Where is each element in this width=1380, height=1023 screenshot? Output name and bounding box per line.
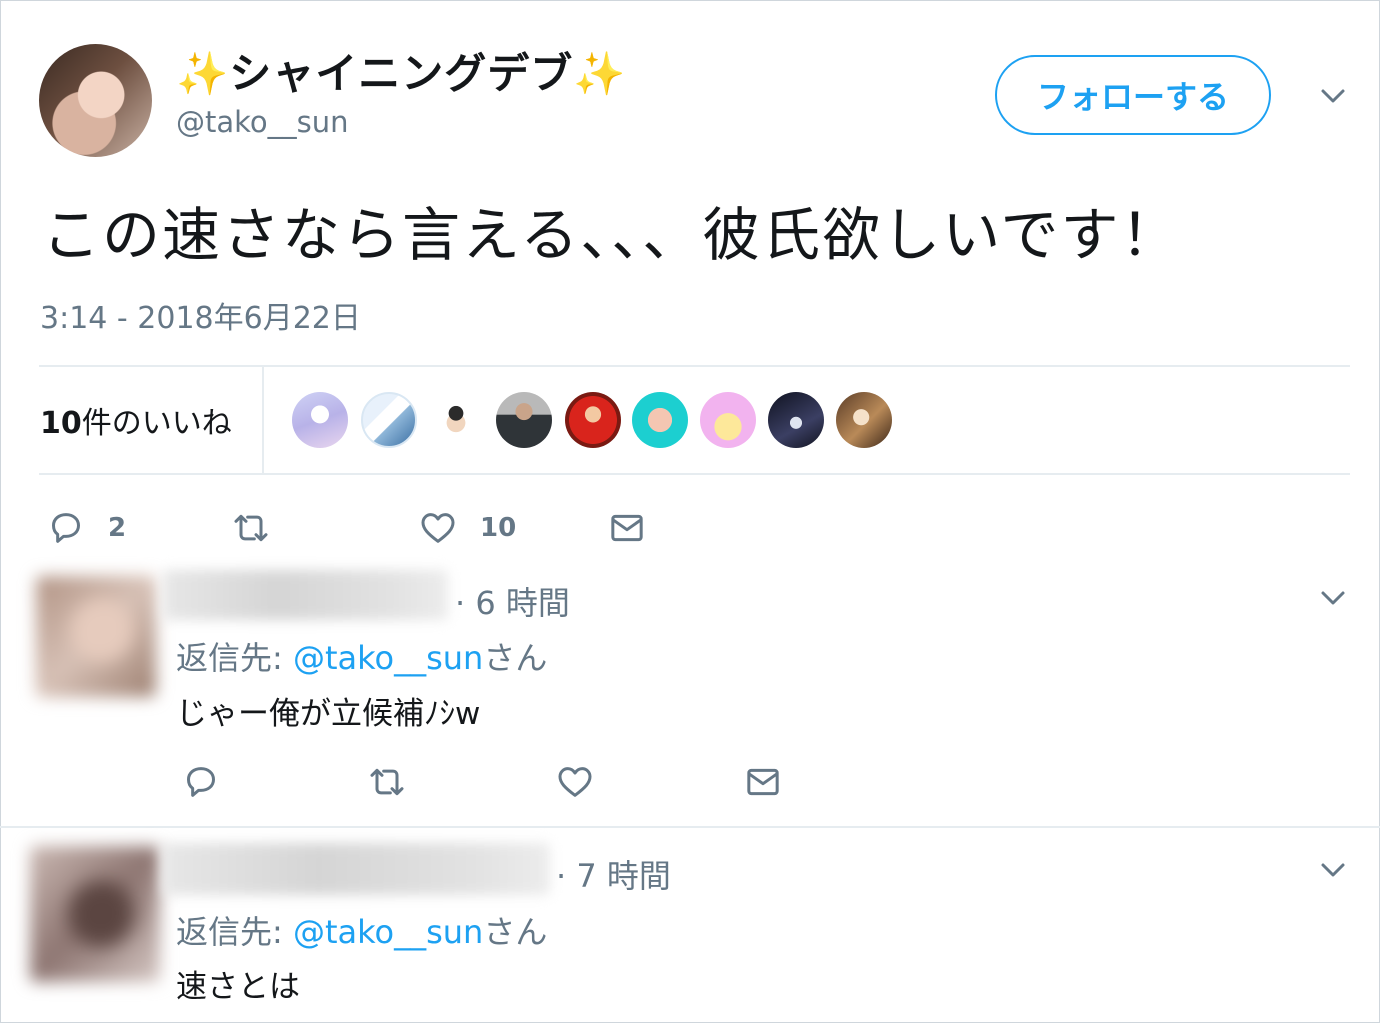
- reply-avatar[interactable]: [36, 576, 156, 697]
- liker-avatar[interactable]: [428, 392, 484, 448]
- divider: [0, 826, 1380, 828]
- reply-text: じゃー俺が立候補ﾉｼw: [176, 696, 481, 732]
- heart-icon: [558, 767, 592, 797]
- liker-avatar[interactable]: [768, 392, 824, 448]
- reply-menu-caret[interactable]: [1313, 578, 1353, 618]
- liker-avatar[interactable]: [361, 392, 417, 448]
- liker-avatar[interactable]: [836, 392, 892, 448]
- divider: [39, 365, 1350, 367]
- mention-link[interactable]: @tako__sun: [293, 639, 483, 677]
- liker-avatar[interactable]: [565, 392, 621, 448]
- follow-button[interactable]: フォローする: [995, 55, 1271, 135]
- sparkle-icon: ✨: [176, 49, 230, 98]
- author-display-name[interactable]: ✨シャイニングデブ✨: [176, 40, 627, 101]
- reply-icon: [52, 513, 80, 543]
- retweet-icon: [234, 514, 268, 542]
- retweet-icon: [370, 768, 404, 796]
- display-name-text: シャイニングデブ: [229, 49, 574, 98]
- reply-avatar[interactable]: [30, 846, 160, 982]
- like-count: 10: [480, 513, 517, 543]
- message-action[interactable]: [743, 762, 783, 806]
- reply-author-name[interactable]: [163, 570, 448, 620]
- liker-avatar[interactable]: [632, 392, 688, 448]
- liker-avatar[interactable]: [496, 392, 552, 448]
- reply-time[interactable]: · 6 時間: [455, 578, 570, 624]
- liker-avatar[interactable]: [292, 392, 348, 448]
- message-action[interactable]: [607, 508, 647, 548]
- replying-suffix: さん: [483, 639, 548, 677]
- replying-to: 返信先: @tako__sunさん: [176, 907, 547, 953]
- replying-to: 返信先: @tako__sunさん: [176, 633, 547, 679]
- reply-menu-caret[interactable]: [1313, 850, 1353, 890]
- chevron-down-icon: [1321, 89, 1345, 103]
- likes-summary[interactable]: 10件のいいね: [40, 398, 232, 442]
- likes-count: 10: [40, 406, 82, 441]
- reply-count: 2: [108, 513, 127, 543]
- reply-action[interactable]: 2: [46, 508, 126, 548]
- heart-icon: [421, 513, 455, 543]
- message-icon: [747, 768, 779, 796]
- chevron-down-icon: [1321, 863, 1345, 877]
- like-action[interactable]: 10: [418, 508, 516, 548]
- liker-avatar[interactable]: [700, 392, 756, 448]
- author-screen-name[interactable]: @tako__sun: [176, 105, 349, 139]
- sparkle-icon: ✨: [573, 49, 627, 98]
- reply-time[interactable]: · 7 時間: [556, 851, 671, 897]
- reply-action[interactable]: [181, 762, 221, 806]
- like-action[interactable]: [555, 762, 595, 806]
- retweet-action[interactable]: [367, 762, 407, 806]
- tweet-menu-caret[interactable]: [1313, 76, 1353, 116]
- message-icon: [611, 514, 643, 542]
- tweet-timestamp[interactable]: 3:14 - 2018年6月22日: [40, 293, 361, 337]
- likes-unit: 件のいいね: [81, 406, 232, 441]
- replying-suffix: さん: [483, 913, 548, 951]
- tweet-text: この速さなら言える、、、彼氏欲しいです！: [42, 201, 1181, 269]
- author-avatar[interactable]: [39, 44, 152, 157]
- reply-icon: [187, 767, 215, 797]
- replying-prefix: 返信先:: [176, 913, 283, 951]
- chevron-down-icon: [1321, 591, 1345, 605]
- reply-author-name[interactable]: [163, 843, 550, 895]
- mention-link[interactable]: @tako__sun: [293, 913, 483, 951]
- vertical-divider: [262, 367, 264, 473]
- replying-prefix: 返信先:: [176, 639, 283, 677]
- divider: [39, 473, 1350, 475]
- reply-text: 速さとは: [176, 969, 300, 1005]
- retweet-action[interactable]: [231, 508, 271, 548]
